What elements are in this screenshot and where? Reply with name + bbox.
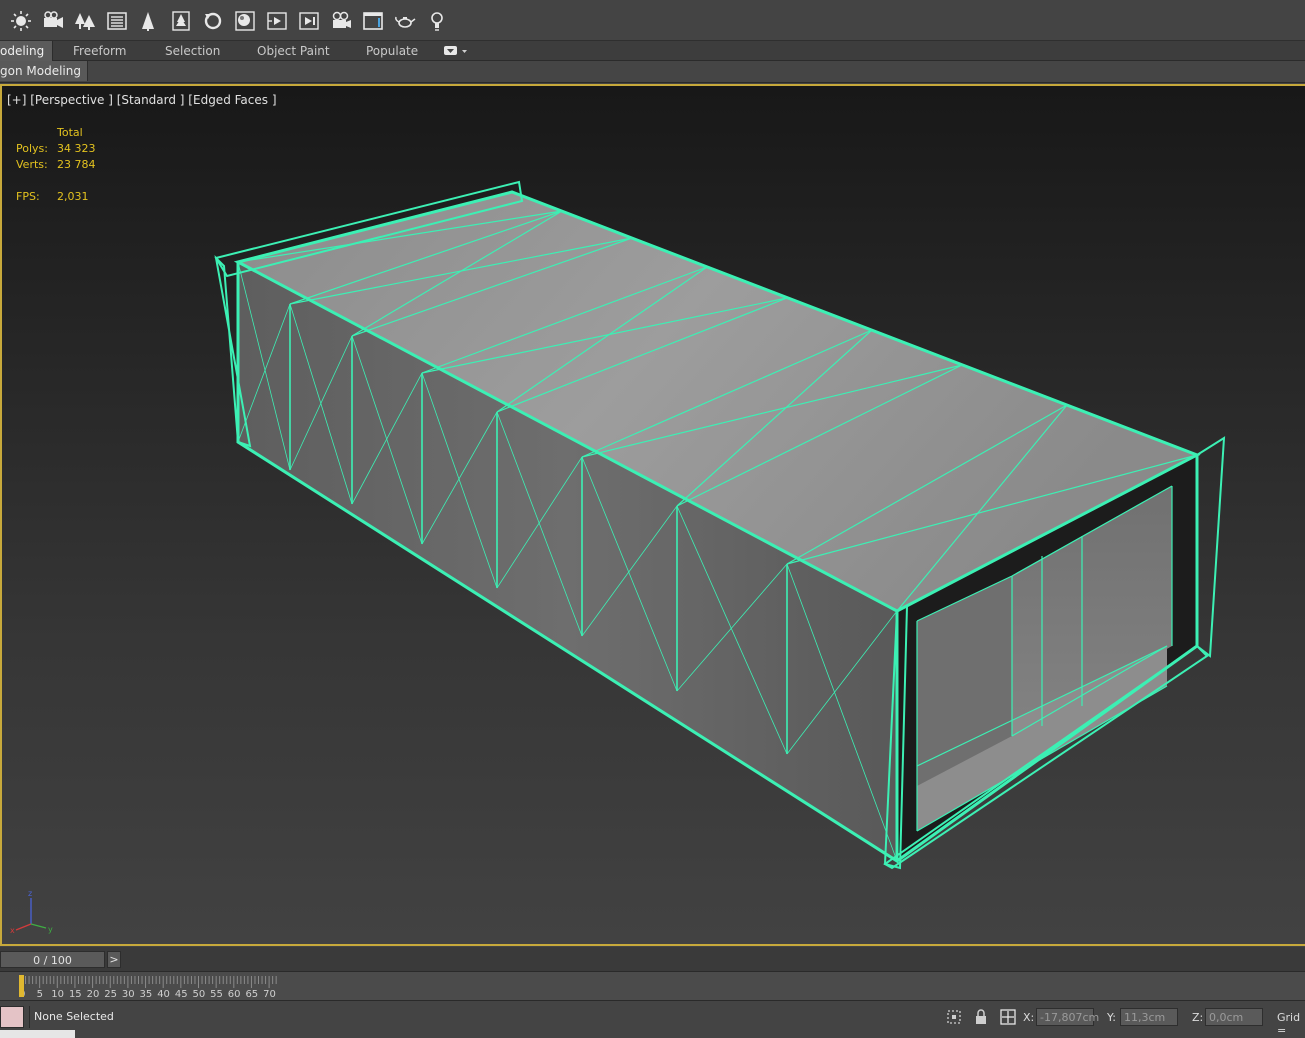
x-axis-label: x — [10, 926, 15, 935]
film-camera-icon[interactable] — [329, 9, 353, 33]
fps-value: 2,031 — [57, 190, 89, 203]
grid-label: Grid = — [1277, 1011, 1301, 1037]
trackbar[interactable]: 0510152025303540455055606570 — [0, 971, 1305, 1001]
window-icon[interactable] — [361, 9, 385, 33]
tab-selection[interactable]: Selection — [157, 41, 228, 61]
perspective-viewport[interactable]: [+] [Perspective ] [Standard ] [Edged Fa… — [0, 84, 1305, 946]
polygon-modeling-panel[interactable]: gon Modeling — [0, 61, 88, 81]
ribbon-tab-bar: odeling Freeform Selection Object Paint … — [0, 41, 1305, 61]
rotate-icon[interactable] — [201, 9, 225, 33]
trackbar-tick-label: 70 — [263, 989, 276, 1000]
time-slider[interactable]: 0 / 100 — [0, 951, 105, 968]
x-coord-label: X: — [1023, 1011, 1035, 1024]
trackbar-tick-label: 60 — [228, 989, 241, 1000]
sphere-render-icon[interactable] — [233, 9, 257, 33]
time-slider-bar: 0 / 100 > — [0, 947, 1305, 971]
trackbar-tick-label: 30 — [122, 989, 135, 1000]
y-coord-field[interactable]: 11,3cm — [1120, 1008, 1178, 1026]
trackbar-tick-label: 35 — [140, 989, 153, 1000]
trackbar-tick-label: 45 — [175, 989, 188, 1000]
x-coord-field[interactable]: -17,807cm — [1036, 1008, 1099, 1026]
tab-freeform[interactable]: Freeform — [65, 41, 134, 61]
trackbar-tick-label: 50 — [193, 989, 206, 1000]
trackbar-tick-label: 65 — [245, 989, 258, 1000]
lock-icon[interactable] — [972, 1008, 990, 1026]
trees-icon[interactable] — [73, 9, 97, 33]
tab-modeling[interactable]: odeling — [0, 41, 54, 61]
verts-value: 23 784 — [57, 158, 96, 171]
list-icon[interactable] — [105, 9, 129, 33]
tree-icon[interactable] — [137, 9, 161, 33]
axis-gizmo: z x y — [10, 889, 53, 935]
absolute-mode-icon[interactable] — [999, 1008, 1017, 1026]
verts-label: Verts: — [16, 158, 48, 171]
tab-populate[interactable]: Populate — [358, 41, 426, 61]
time-marker[interactable] — [19, 975, 24, 997]
selection-status: None Selected — [29, 1006, 329, 1028]
y-coord-label: Y: — [1107, 1011, 1116, 1024]
z-coord-field[interactable]: 0,0cm — [1205, 1008, 1263, 1026]
lightbulb-icon[interactable] — [425, 9, 449, 33]
trackbar-tick-label: 55 — [210, 989, 223, 1000]
tab-object-paint[interactable]: Object Paint — [249, 41, 338, 61]
trackbar-tick-label: 25 — [104, 989, 117, 1000]
play-frame-icon[interactable] — [297, 9, 321, 33]
trackbar-ruler: 0510152025303540455055606570 — [19, 975, 277, 1000]
status-bar: None Selected X: -17,807cm Y: 11,3cm Z: … — [0, 1002, 1305, 1038]
y-axis-label: y — [48, 925, 53, 934]
statistics-overlay: Total Polys: 34 323 Verts: 23 784 FPS: 2,03… — [16, 125, 96, 205]
duct-model — [214, 180, 1226, 870]
prompt-line[interactable] — [0, 1030, 75, 1038]
teapot-icon[interactable] — [393, 9, 417, 33]
frame-icon[interactable] — [265, 9, 289, 33]
z-coord-label: Z: — [1192, 1011, 1204, 1024]
isolate-selection-icon[interactable] — [945, 1008, 963, 1026]
trackbar-tick-label: 20 — [87, 989, 100, 1000]
z-axis-label: z — [28, 889, 32, 898]
trackbar-tick-label: 5 — [37, 989, 43, 1000]
main-toolbar — [0, 0, 1305, 41]
viewport-label[interactable]: [+] [Perspective ] [Standard ] [Edged Fa… — [7, 93, 277, 107]
trackbar-tick-label: 15 — [69, 989, 82, 1000]
polys-value: 34 323 — [57, 142, 96, 155]
ribbon-panel-bar: gon Modeling — [0, 61, 1305, 83]
ribbon-options-dropdown[interactable] — [443, 44, 469, 58]
next-frame-button[interactable]: > — [107, 951, 121, 968]
polys-label: Polys: — [16, 142, 48, 155]
object-color-swatch[interactable] — [0, 1006, 24, 1028]
chevron-down-icon — [444, 46, 467, 55]
trackbar-tick-label: 10 — [51, 989, 64, 1000]
sun-icon[interactable] — [9, 9, 33, 33]
camera-icon[interactable] — [41, 9, 65, 33]
trackbar-tick-label: 40 — [157, 989, 170, 1000]
stats-header: Total — [57, 126, 83, 139]
pine-tree-icon[interactable] — [169, 9, 193, 33]
fps-label: FPS: — [16, 190, 40, 203]
